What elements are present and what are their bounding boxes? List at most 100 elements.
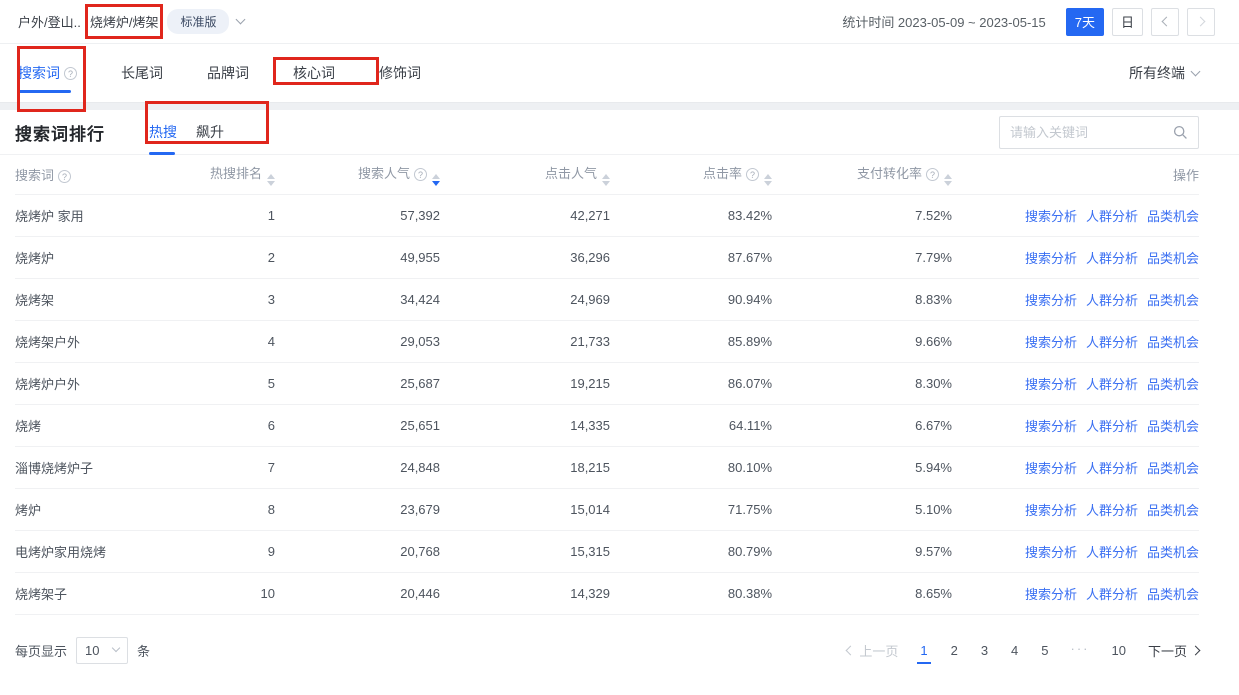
click_pop-cell: 15,315	[440, 530, 610, 572]
search-analysis-link[interactable]: 搜索分析	[1025, 206, 1077, 225]
tab-modifier-word[interactable]: 修饰词	[379, 44, 421, 102]
search-analysis-link[interactable]: 搜索分析	[1025, 416, 1077, 435]
sort-cvr[interactable]	[944, 174, 952, 186]
category-opportunity-link[interactable]: 品类机会	[1147, 500, 1199, 519]
help-icon[interactable]: ?	[414, 168, 427, 181]
search-analysis-link[interactable]: 搜索分析	[1025, 290, 1077, 309]
actions-cell: 搜索分析人群分析品类机会	[952, 488, 1199, 530]
search-icon[interactable]	[1173, 125, 1188, 140]
per-page-control: 每页显示 10 条	[15, 637, 150, 664]
tab-long-tail-word[interactable]: 长尾词	[121, 44, 163, 102]
crowd-analysis-link[interactable]: 人群分析	[1086, 374, 1138, 393]
next-period-button[interactable]	[1187, 8, 1215, 36]
stat-time-label: 统计时间 2023-05-09 ~ 2023-05-15	[842, 12, 1045, 31]
table-header-row: 搜索词? 热搜排名 搜索人气? 点击人气 点击率? 支付转化率? 操作	[15, 155, 1199, 194]
range-day-button[interactable]: 日	[1112, 8, 1143, 36]
rank-cell: 10	[205, 572, 275, 614]
category-opportunity-link[interactable]: 品类机会	[1147, 248, 1199, 267]
sort-rank[interactable]	[267, 174, 275, 186]
crowd-analysis-link[interactable]: 人群分析	[1086, 290, 1138, 309]
category-opportunity-link[interactable]: 品类机会	[1147, 458, 1199, 477]
crowd-analysis-link[interactable]: 人群分析	[1086, 500, 1138, 519]
crowd-analysis-link[interactable]: 人群分析	[1086, 584, 1138, 603]
search-analysis-link[interactable]: 搜索分析	[1025, 248, 1077, 267]
cvr-cell: 6.67%	[772, 404, 952, 446]
search-analysis-link[interactable]: 搜索分析	[1025, 458, 1077, 477]
tab-brand-word[interactable]: 品牌词	[207, 44, 249, 102]
keyword-cell: 烧烤架户外	[15, 320, 205, 362]
subtab-rising[interactable]: 飙升	[194, 110, 226, 154]
pagination: 上一页 1 2 3 4 5 ··· 10 下一页	[847, 641, 1199, 660]
pagination-next[interactable]: 下一页	[1148, 641, 1199, 660]
edition-badge: 标准版	[167, 9, 229, 34]
tab-search-word[interactable]: 搜索词?	[18, 44, 77, 102]
rank-cell: 8	[205, 488, 275, 530]
click_pop-cell: 14,335	[440, 404, 610, 446]
pagination-page-5[interactable]: 5	[1040, 641, 1049, 660]
sort-search-pop[interactable]	[432, 174, 440, 186]
pagination-page-3[interactable]: 3	[980, 641, 989, 660]
crowd-analysis-link[interactable]: 人群分析	[1086, 248, 1138, 267]
breadcrumb-prefix[interactable]: 户外/登山..	[18, 12, 81, 31]
help-icon[interactable]: ?	[64, 67, 77, 80]
actions-cell: 搜索分析人群分析品类机会	[952, 446, 1199, 488]
crowd-analysis-link[interactable]: 人群分析	[1086, 542, 1138, 561]
category-opportunity-link[interactable]: 品类机会	[1147, 206, 1199, 225]
keyword-cell: 烧烤炉户外	[15, 362, 205, 404]
pagination-page-2[interactable]: 2	[950, 641, 959, 660]
pagination-page-10[interactable]: 10	[1111, 641, 1127, 660]
search-analysis-link[interactable]: 搜索分析	[1025, 584, 1077, 603]
keyword-cell: 淄博烧烤炉子	[15, 446, 205, 488]
category-opportunity-link[interactable]: 品类机会	[1147, 542, 1199, 561]
chevron-down-icon[interactable]	[236, 15, 246, 25]
search-analysis-link[interactable]: 搜索分析	[1025, 542, 1077, 561]
crowd-analysis-link[interactable]: 人群分析	[1086, 416, 1138, 435]
rank-cell: 4	[205, 320, 275, 362]
table-row: 烧烤炉249,95536,29687.67%7.79%搜索分析人群分析品类机会	[15, 236, 1199, 278]
pagination-page-1[interactable]: 1	[919, 641, 928, 660]
keyword-cell: 烧烤炉 家用	[15, 194, 205, 236]
search-analysis-link[interactable]: 搜索分析	[1025, 332, 1077, 351]
category-opportunity-link[interactable]: 品类机会	[1147, 416, 1199, 435]
category-opportunity-link[interactable]: 品类机会	[1147, 290, 1199, 309]
category-opportunity-link[interactable]: 品类机会	[1147, 584, 1199, 603]
prev-period-button[interactable]	[1151, 8, 1179, 36]
click_pop-cell: 14,329	[440, 572, 610, 614]
category-opportunity-link[interactable]: 品类机会	[1147, 332, 1199, 351]
chevron-down-icon	[112, 644, 120, 652]
ctr-cell: 80.38%	[610, 572, 772, 614]
crowd-analysis-link[interactable]: 人群分析	[1086, 332, 1138, 351]
rank-cell: 1	[205, 194, 275, 236]
crowd-analysis-link[interactable]: 人群分析	[1086, 458, 1138, 477]
rank-cell: 5	[205, 362, 275, 404]
chevron-left-icon	[1161, 17, 1171, 27]
crowd-analysis-link[interactable]: 人群分析	[1086, 206, 1138, 225]
ctr-cell: 90.94%	[610, 278, 772, 320]
sort-ctr[interactable]	[764, 174, 772, 186]
pagination-ellipsis[interactable]: ···	[1071, 641, 1090, 660]
keyword-cell: 烤炉	[15, 488, 205, 530]
keyword-search-input[interactable]	[1010, 125, 1167, 140]
cvr-cell: 8.83%	[772, 278, 952, 320]
help-icon[interactable]: ?	[746, 168, 759, 181]
col-header-keyword: 搜索词?	[15, 155, 205, 194]
search_pop-cell: 20,768	[275, 530, 440, 572]
help-icon[interactable]: ?	[926, 168, 939, 181]
terminal-filter[interactable]: 所有终端	[1129, 63, 1199, 83]
breadcrumb-current[interactable]: 烧烤炉/烤架	[89, 12, 160, 31]
col-header-ctr: 点击率?	[610, 155, 772, 194]
search-analysis-link[interactable]: 搜索分析	[1025, 500, 1077, 519]
category-opportunity-link[interactable]: 品类机会	[1147, 374, 1199, 393]
click_pop-cell: 19,215	[440, 362, 610, 404]
pagination-page-4[interactable]: 4	[1010, 641, 1019, 660]
range-7d-button[interactable]: 7天	[1066, 8, 1104, 36]
click_pop-cell: 15,014	[440, 488, 610, 530]
help-icon[interactable]: ?	[58, 170, 71, 183]
pagination-prev[interactable]: 上一页	[847, 641, 898, 660]
per-page-unit: 条	[137, 641, 150, 660]
search-analysis-link[interactable]: 搜索分析	[1025, 374, 1077, 393]
subtab-hot-search[interactable]: 热搜	[147, 110, 179, 154]
per-page-select[interactable]: 10	[76, 637, 128, 664]
sort-click-pop[interactable]	[602, 174, 610, 186]
tab-core-word[interactable]: 核心词	[293, 44, 335, 102]
